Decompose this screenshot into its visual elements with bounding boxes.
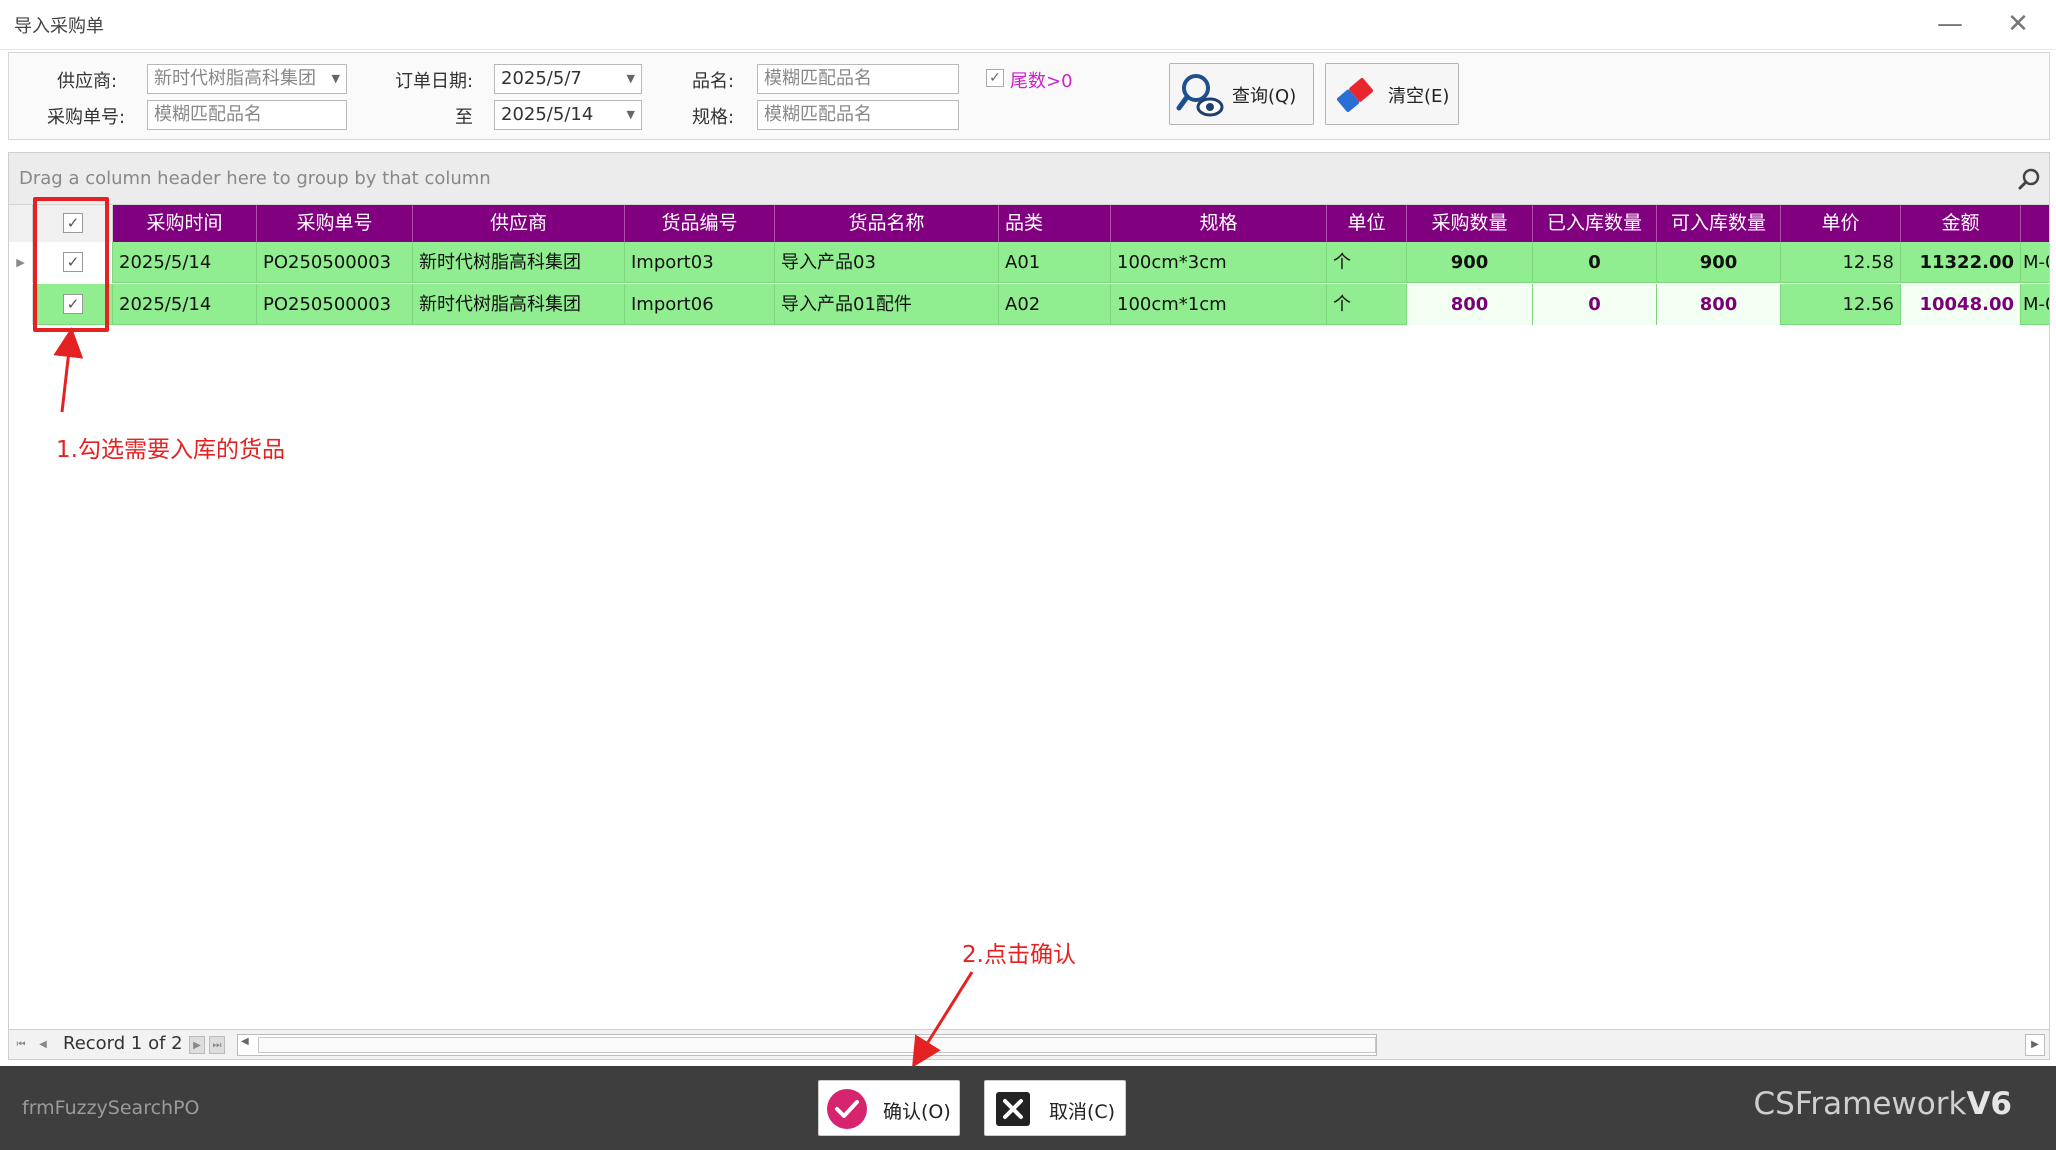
- cancel-button[interactable]: 取消(C): [984, 1080, 1126, 1136]
- check-circle-icon: [827, 1089, 867, 1129]
- step2-annotation: 2.点击确认: [962, 942, 1076, 968]
- annotation-arrows: [53, 327, 974, 1068]
- confirm-button[interactable]: 确认(O): [818, 1080, 960, 1136]
- close-box-icon: [996, 1092, 1030, 1126]
- confirm-label: 确认(O): [883, 1101, 951, 1123]
- step1-arrow: [53, 327, 84, 413]
- footer-bar: frmFuzzySearchPO 确认(O) 取消(C) CSFramework…: [0, 1066, 2056, 1150]
- brand-name: CSFramework: [1753, 1086, 1967, 1122]
- cancel-label: 取消(C): [1049, 1101, 1116, 1123]
- step1-annotation: 1.勾选需要入库的货品: [56, 437, 285, 463]
- step2-arrow: [912, 971, 974, 1068]
- brand-version: V6: [1966, 1086, 2012, 1122]
- brand-logo: CSFrameworkV6: [1754, 1086, 2013, 1122]
- form-name: frmFuzzySearchPO: [22, 1097, 200, 1119]
